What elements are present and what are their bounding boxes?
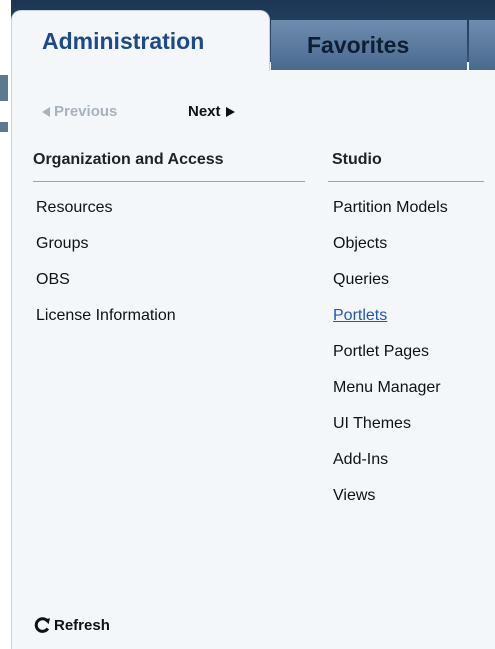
- refresh-button[interactable]: Refresh: [33, 616, 110, 634]
- menu-item-add-ins[interactable]: Add-Ins: [333, 451, 388, 469]
- column-heading-organization: Organization and Access: [33, 151, 224, 168]
- menu-item-portlets[interactable]: Portlets: [333, 307, 387, 325]
- next-label: Next: [188, 103, 221, 120]
- tab-administration-label: Administration: [42, 27, 205, 54]
- tab-overflow[interactable]: [469, 20, 495, 70]
- menu-item-views[interactable]: Views: [333, 487, 375, 505]
- previous-button[interactable]: Previous: [42, 103, 117, 120]
- previous-label: Previous: [54, 103, 118, 120]
- menu-item-objects[interactable]: Objects: [333, 235, 387, 253]
- menu-item-groups[interactable]: Groups: [36, 235, 88, 253]
- menu-item-portlet-pages[interactable]: Portlet Pages: [333, 343, 429, 361]
- refresh-label: Refresh: [54, 616, 110, 634]
- edge-marker: [0, 122, 8, 132]
- column-heading-studio: Studio: [332, 151, 382, 168]
- menu-item-obs[interactable]: OBS: [36, 271, 70, 289]
- edge-marker: [0, 75, 8, 101]
- refresh-icon: [34, 617, 50, 633]
- column-divider: [328, 181, 484, 182]
- menu-item-license-information[interactable]: License Information: [36, 307, 176, 325]
- menu-item-ui-themes[interactable]: UI Themes: [333, 415, 411, 433]
- menu-item-queries[interactable]: Queries: [333, 271, 389, 289]
- arrow-right-icon: [225, 106, 235, 117]
- menu-item-resources[interactable]: Resources: [36, 199, 112, 217]
- menu-item-partition-models[interactable]: Partition Models: [333, 199, 448, 217]
- tab-administration[interactable]: Administration: [11, 10, 270, 71]
- tab-favorites-label: Favorites: [307, 31, 410, 58]
- next-button[interactable]: Next: [188, 103, 235, 120]
- left-edge: [0, 0, 11, 649]
- column-divider: [33, 181, 305, 182]
- menu-item-menu-manager[interactable]: Menu Manager: [333, 379, 441, 397]
- tab-favorites[interactable]: Favorites: [271, 20, 467, 70]
- arrow-left-icon: [42, 106, 50, 117]
